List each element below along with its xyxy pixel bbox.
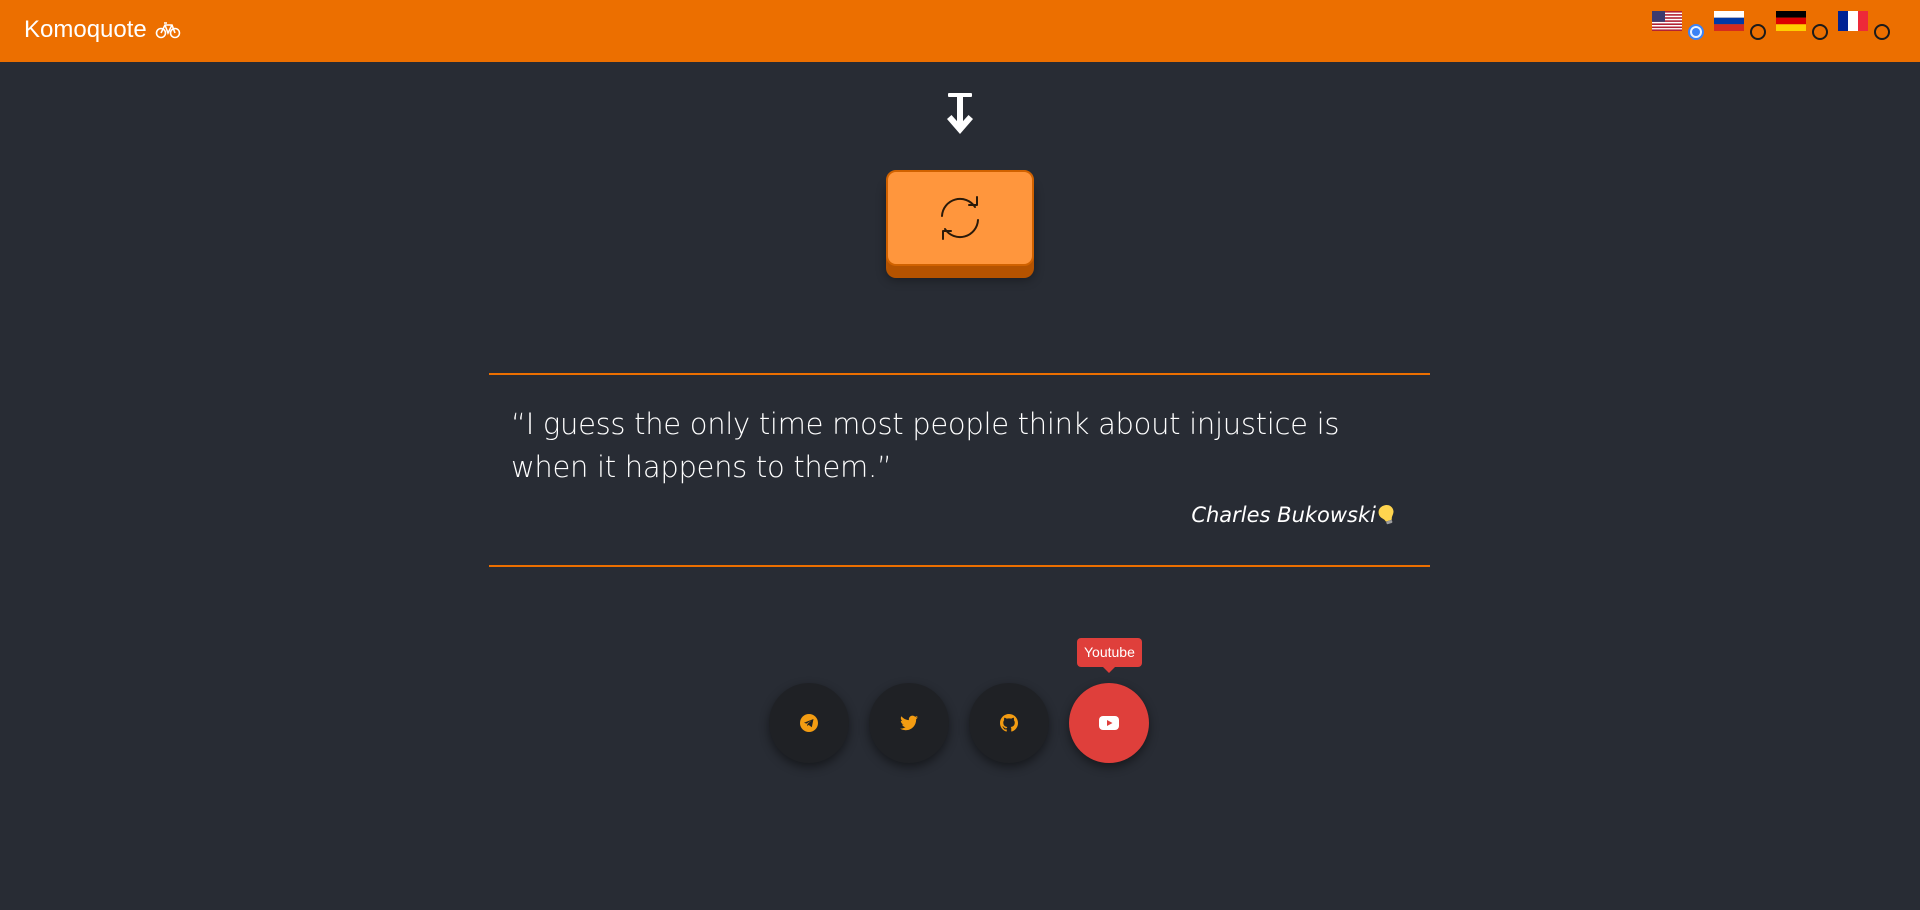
refresh-icon (941, 196, 979, 240)
top-navbar: Komoquote (0, 0, 1920, 62)
quote-card: “I guess the only time most people think… (489, 373, 1430, 567)
social-tooltip: Youtube (1077, 638, 1142, 673)
brand-logo[interactable]: Komoquote (24, 14, 181, 46)
us-flag-icon (1652, 11, 1682, 31)
arrow-down-to-line-icon (947, 93, 973, 134)
france-flag-icon (1838, 11, 1868, 31)
telegram-button[interactable] (769, 683, 849, 763)
language-radio-ru[interactable] (1750, 24, 1766, 40)
language-radio-de[interactable] (1812, 24, 1828, 40)
lightbulb-icon (1378, 505, 1394, 525)
russia-flag-icon (1714, 11, 1744, 31)
quote-text: “I guess the only time most people think… (511, 407, 1340, 484)
quote-author: Charles Bukowski (1191, 501, 1396, 529)
youtube-icon (1099, 716, 1119, 730)
telegram-icon (800, 714, 818, 732)
germany-flag-icon (1776, 11, 1806, 31)
youtube-button[interactable] (1069, 683, 1149, 763)
language-option-en[interactable] (1652, 11, 1704, 40)
github-icon (1000, 714, 1018, 732)
twitter-button[interactable] (869, 683, 949, 763)
social-links (769, 683, 1149, 763)
language-selector (1652, 11, 1890, 40)
language-radio-fr[interactable] (1874, 24, 1890, 40)
language-option-fr[interactable] (1838, 11, 1890, 40)
language-option-ru[interactable] (1714, 11, 1766, 40)
brand-name: Komoquote (24, 16, 147, 43)
github-button[interactable] (969, 683, 1049, 763)
bicycle-icon (155, 21, 181, 39)
author-name: Charles Bukowski (1191, 503, 1376, 527)
language-radio-en[interactable] (1688, 24, 1704, 40)
new-quote-button[interactable] (886, 170, 1034, 266)
language-option-de[interactable] (1776, 11, 1828, 40)
twitter-icon (900, 715, 918, 731)
